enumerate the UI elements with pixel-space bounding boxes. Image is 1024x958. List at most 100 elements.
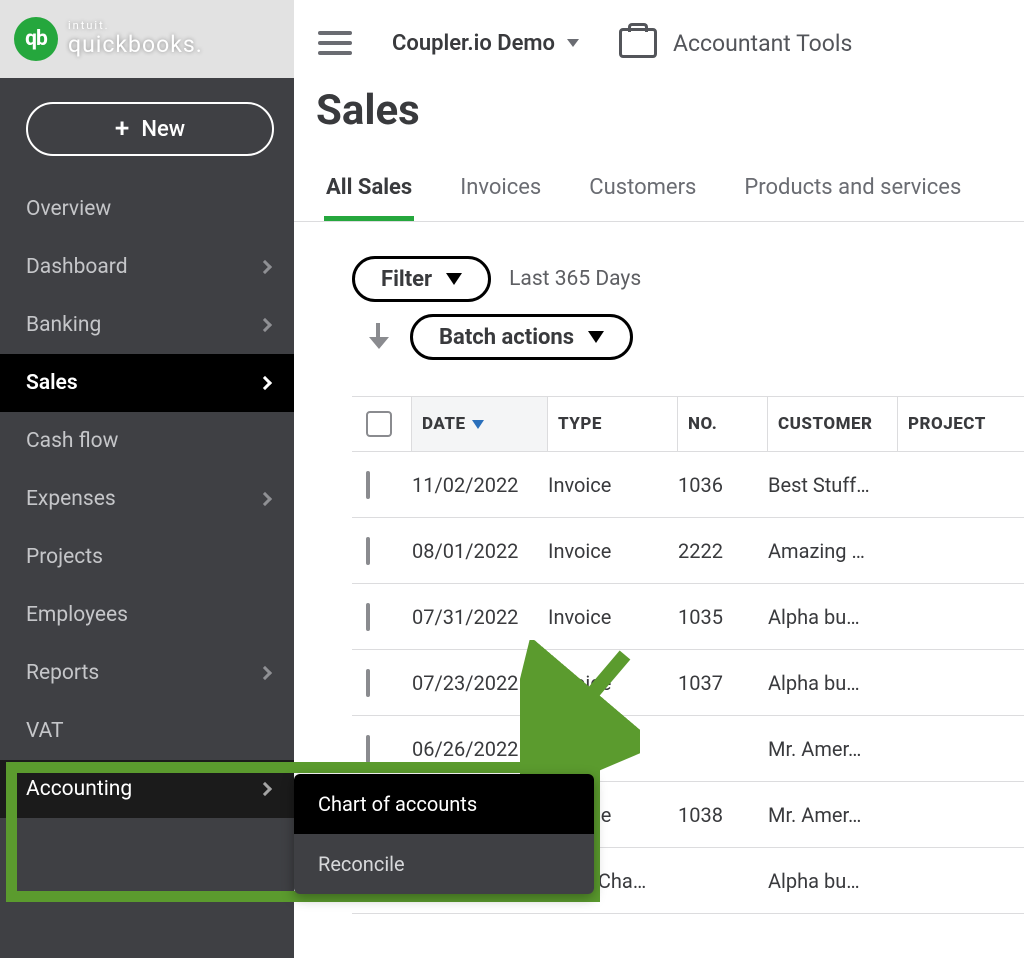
sidebar-item-banking[interactable]: Banking [0, 296, 294, 354]
sidebar-item-label: Sales [26, 371, 78, 395]
cell-no: 1036 [678, 473, 768, 497]
sidebar-item-label: Banking [26, 313, 101, 337]
row-checkbox[interactable] [366, 537, 370, 565]
chevron-down-icon [567, 39, 579, 47]
submenu-chart-of-accounts[interactable]: Chart of accounts [294, 774, 594, 834]
chevron-down-icon [446, 273, 462, 285]
tab-products-and-services[interactable]: Products and services [742, 175, 963, 221]
sidebar-item-accounting[interactable]: Accounting [0, 760, 294, 818]
hamburger-menu-icon[interactable] [318, 31, 352, 55]
col-date[interactable]: DATE [412, 397, 548, 451]
table-row[interactable]: 08/01/2022Invoice2222Amazing … [352, 518, 1024, 584]
company-name: Coupler.io Demo [392, 31, 555, 56]
cell-customer: Mr. Amer… [768, 737, 898, 761]
sidebar-item-expenses[interactable]: Expenses [0, 470, 294, 528]
sidebar-item-dashboard[interactable]: Dashboard [0, 238, 294, 296]
sidebar-item-vat[interactable]: VAT [0, 702, 294, 760]
table-row[interactable]: 07/23/2022Invoice1037Alpha bu… [352, 650, 1024, 716]
date-range-label: Last 365 Days [509, 267, 641, 291]
sidebar-item-label: VAT [26, 719, 64, 743]
new-button[interactable]: + New [26, 102, 274, 156]
company-switcher[interactable]: Coupler.io Demo [392, 31, 579, 56]
cell-customer: Alpha bu… [768, 605, 898, 629]
chevron-right-icon [258, 318, 272, 332]
cell-type: Payment [548, 737, 678, 761]
row-checkbox[interactable] [366, 471, 370, 499]
sidebar-item-overview[interactable]: Overview [0, 180, 294, 238]
table-row[interactable]: 11/02/2022Invoice1036Best Stuff… [352, 452, 1024, 518]
cell-type: Invoice [548, 473, 678, 497]
cell-customer: Alpha bu… [768, 671, 898, 695]
brand-name: quickbooks. [68, 31, 203, 58]
cell-date: 11/02/2022 [412, 473, 548, 497]
new-button-label: New [141, 117, 185, 142]
accountant-tools-label: Accountant Tools [673, 30, 852, 57]
table-row[interactable]: 06/26/2022Payment Mr. Amer… [352, 716, 1024, 782]
cell-date: 07/23/2022 [412, 671, 548, 695]
brand-wordmark: intuit. quickbooks. [68, 20, 203, 58]
cell-customer: Mr. Amer… [768, 803, 898, 827]
filter-button[interactable]: Filter [352, 256, 491, 302]
download-icon[interactable] [368, 323, 390, 351]
cell-no: 1035 [678, 605, 768, 629]
submenu-reconcile[interactable]: Reconcile [294, 834, 594, 894]
sidebar-item-label: Cash flow [26, 429, 118, 453]
col-type[interactable]: TYPE [548, 397, 678, 451]
cell-date: 07/31/2022 [412, 605, 548, 629]
sidebar-item-cash-flow[interactable]: Cash flow [0, 412, 294, 470]
accountant-tools-button[interactable]: Accountant Tools [619, 28, 852, 58]
cell-no: 1037 [678, 671, 768, 695]
sidebar-item-label: Reports [26, 661, 99, 685]
chevron-right-icon [258, 666, 272, 680]
cell-customer: Best Stuff… [768, 473, 898, 497]
chevron-right-icon [258, 260, 272, 274]
sidebar-item-sales[interactable]: Sales [0, 354, 294, 412]
sidebar-item-reports[interactable]: Reports [0, 644, 294, 702]
sidebar-item-projects[interactable]: Projects [0, 528, 294, 586]
brand-logo-icon: qb [14, 17, 58, 61]
cell-type: Invoice [548, 605, 678, 629]
batch-actions-button[interactable]: Batch actions [410, 314, 633, 360]
sidebar-item-label: Dashboard [26, 255, 128, 279]
tab-customers[interactable]: Customers [587, 175, 698, 221]
accounting-submenu: Chart of accounts Reconcile [294, 774, 594, 894]
page-title: Sales [294, 86, 1024, 143]
brand-intuit: intuit. [68, 20, 203, 31]
chevron-right-icon [258, 492, 272, 506]
briefcase-icon [619, 28, 657, 58]
row-checkbox[interactable] [366, 669, 370, 697]
sidebar: qb intuit. quickbooks. + New Overview Das… [0, 0, 294, 958]
cell-date: 08/01/2022 [412, 539, 548, 563]
select-all-checkbox[interactable] [366, 411, 392, 437]
brand-band: qb intuit. quickbooks. [0, 0, 294, 78]
table-header: DATE TYPE NO. CUSTOMER PROJECT [352, 396, 1024, 452]
row-checkbox[interactable] [366, 603, 370, 631]
table-row[interactable]: 07/31/2022Invoice1035Alpha bu… [352, 584, 1024, 650]
col-no[interactable]: NO. [678, 397, 768, 451]
tab-invoices[interactable]: Invoices [458, 175, 543, 221]
batch-actions-label: Batch actions [439, 325, 574, 350]
row-checkbox[interactable] [366, 735, 370, 763]
topbar: Coupler.io Demo Accountant Tools [294, 0, 1024, 86]
tab-all-sales[interactable]: All Sales [324, 175, 414, 221]
sidebar-item-label: Projects [26, 545, 103, 569]
cell-no: 2222 [678, 539, 768, 563]
toolbar: Filter Last 365 Days Batch actions [294, 222, 1024, 368]
col-customer[interactable]: CUSTOMER [768, 397, 898, 451]
chevron-down-icon [588, 331, 604, 343]
col-project[interactable]: PROJECT [898, 397, 998, 451]
filter-label: Filter [381, 267, 432, 292]
sidebar-item-employees[interactable]: Employees [0, 586, 294, 644]
cell-no: 1038 [678, 803, 768, 827]
cell-customer: Alpha bu… [768, 869, 898, 893]
cell-type: Invoice [548, 671, 678, 695]
sidebar-item-label: Overview [26, 197, 111, 221]
cell-customer: Amazing … [768, 539, 898, 563]
sidebar-item-label: Expenses [26, 487, 116, 511]
sidebar-item-label: Employees [26, 603, 128, 627]
tabs: All Sales Invoices Customers Products and s… [294, 143, 1024, 222]
cell-date: 06/26/2022 [412, 737, 548, 761]
chevron-right-icon [258, 782, 272, 796]
sidebar-item-label: Accounting [26, 777, 132, 801]
cell-type: Invoice [548, 539, 678, 563]
